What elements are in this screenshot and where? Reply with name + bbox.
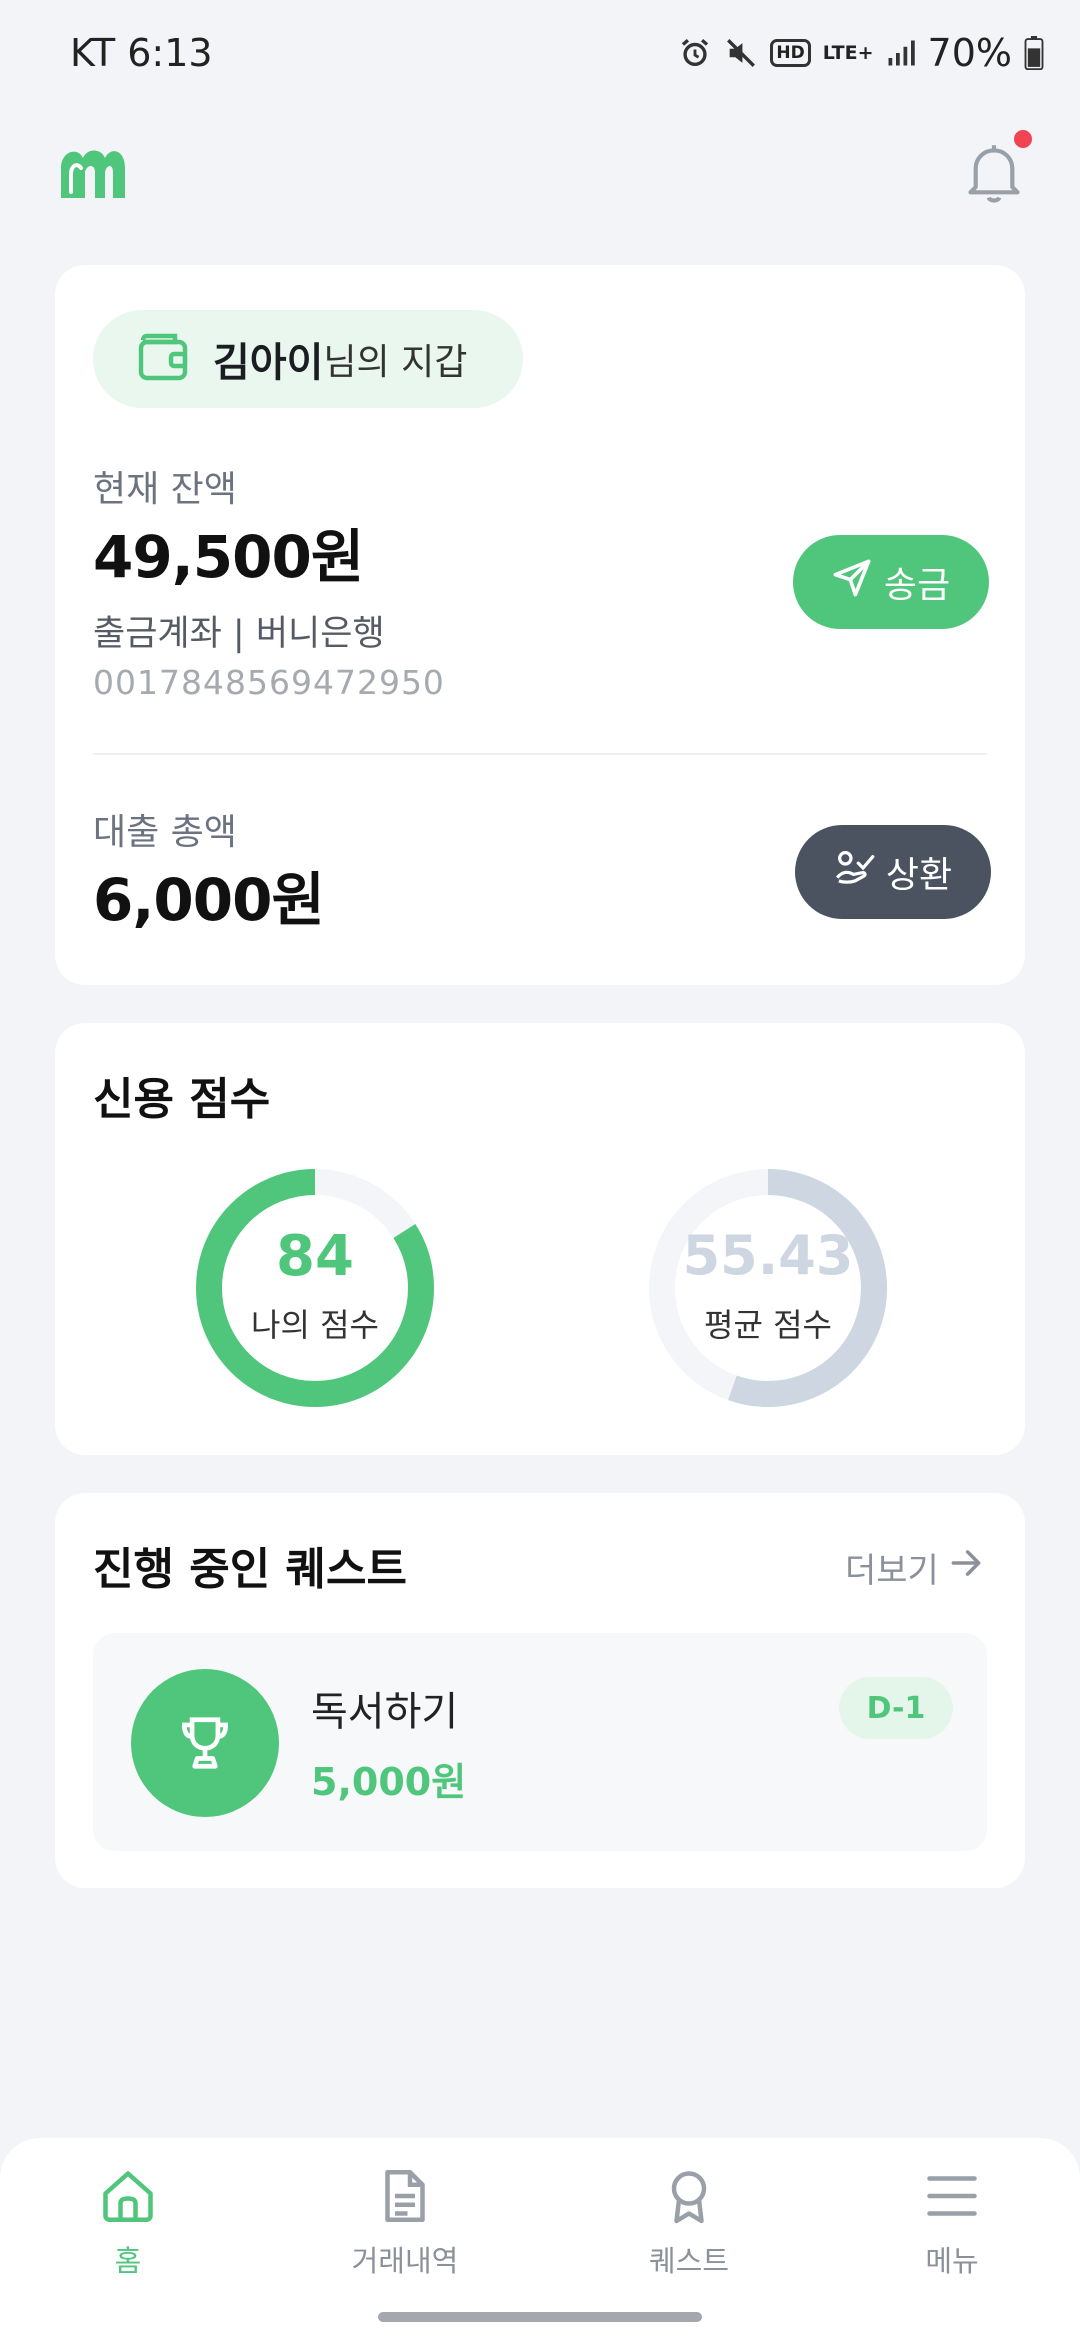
my-score-value: 84 — [276, 1224, 354, 1289]
repay-icon — [834, 848, 876, 897]
loan-label: 대출 총액 — [93, 812, 237, 853]
quest-name: 독서하기 — [311, 1689, 459, 1735]
nav-home[interactable]: 홈 — [48, 2166, 208, 2280]
wallet-icon — [135, 330, 191, 388]
loan-amount: 6,000원 — [93, 866, 325, 934]
battery-percent: 70% — [927, 30, 1012, 75]
mute-icon — [724, 36, 758, 70]
app-logo[interactable] — [55, 142, 129, 206]
quest-section-title: 진행 중인 퀘스트 — [93, 1544, 407, 1595]
notification-badge — [1014, 130, 1032, 148]
carrier-time: KT 6:13 — [70, 30, 213, 75]
average-score-label: 평균 점수 — [704, 1306, 832, 1344]
my-score-label: 나의 점수 — [251, 1306, 379, 1344]
more-link-label: 더보기 — [845, 1551, 939, 1591]
send-button-label: 송금 — [883, 565, 951, 606]
account-label: 출금계좌 | 버니은행 — [93, 614, 385, 654]
average-score-gauge: 55.43 평균 점수 — [648, 1168, 888, 1408]
nav-transactions[interactable]: 거래내역 — [325, 2166, 485, 2280]
trophy-icon — [131, 1669, 279, 1817]
award-icon — [659, 2166, 719, 2230]
arrow-right-icon — [947, 1544, 985, 1591]
balance-label: 현재 잔액 — [93, 469, 237, 510]
send-button[interactable]: 송금 — [793, 535, 989, 629]
more-link[interactable]: 더보기 — [845, 1543, 985, 1592]
nav-home-label: 홈 — [114, 2244, 142, 2278]
status-icons: HD LTE+ 70% — [678, 31, 1044, 75]
hd-icon: HD — [770, 38, 811, 67]
credit-score-title: 신용 점수 — [93, 1074, 271, 1125]
wallet-owner-suffix: 님의 지갑 — [323, 342, 468, 383]
status-bar: KT 6:13 HD LTE+ 70% — [0, 0, 1080, 105]
divider — [93, 753, 987, 755]
my-score-gauge: 84 나의 점수 — [195, 1168, 435, 1408]
repay-button[interactable]: 상환 — [795, 825, 991, 919]
nav-quests-label: 퀘스트 — [648, 2244, 730, 2278]
menu-icon — [922, 2166, 982, 2230]
nav-quests[interactable]: 퀘스트 — [609, 2166, 769, 2280]
nav-transactions-label: 거래내역 — [351, 2244, 459, 2278]
quest-item[interactable]: 독서하기 5,000원 D-1 — [93, 1633, 987, 1851]
dday-badge: D-1 — [839, 1677, 953, 1739]
nav-menu[interactable]: 메뉴 — [872, 2166, 1032, 2280]
balance-amount: 49,500원 — [93, 523, 364, 591]
wallet-owner-pill: 김아이 님의 지갑 — [93, 310, 523, 408]
battery-icon — [1024, 35, 1044, 70]
alarm-icon — [678, 36, 712, 70]
wallet-card: 김아이 님의 지갑 현재 잔액 49,500원 출금계좌 | 버니은행 0017… — [55, 265, 1025, 985]
app-header — [0, 130, 1080, 220]
document-icon — [375, 2166, 435, 2230]
home-icon — [98, 2166, 158, 2230]
average-score-value: 55.43 — [682, 1224, 854, 1287]
home-indicator — [378, 2312, 702, 2322]
quest-card: 진행 중인 퀘스트 더보기 독서하기 5,000원 D-1 — [55, 1493, 1025, 1888]
wallet-owner-name: 김아이 — [213, 340, 324, 386]
account-number: 0017848569472950 — [93, 663, 445, 702]
send-icon — [832, 558, 872, 607]
signal-icon — [886, 38, 916, 68]
quest-reward: 5,000원 — [311, 1760, 467, 1804]
repay-button-label: 상환 — [885, 855, 953, 896]
nav-menu-label: 메뉴 — [925, 2244, 979, 2278]
bottom-nav: 홈 거래내역 퀘스트 메뉴 — [0, 2138, 1080, 2340]
bell-icon[interactable] — [962, 140, 1026, 212]
lte-icon: LTE+ — [822, 41, 874, 64]
credit-score-card: 신용 점수 84 나의 점수 55.43 평균 점수 — [55, 1023, 1025, 1455]
